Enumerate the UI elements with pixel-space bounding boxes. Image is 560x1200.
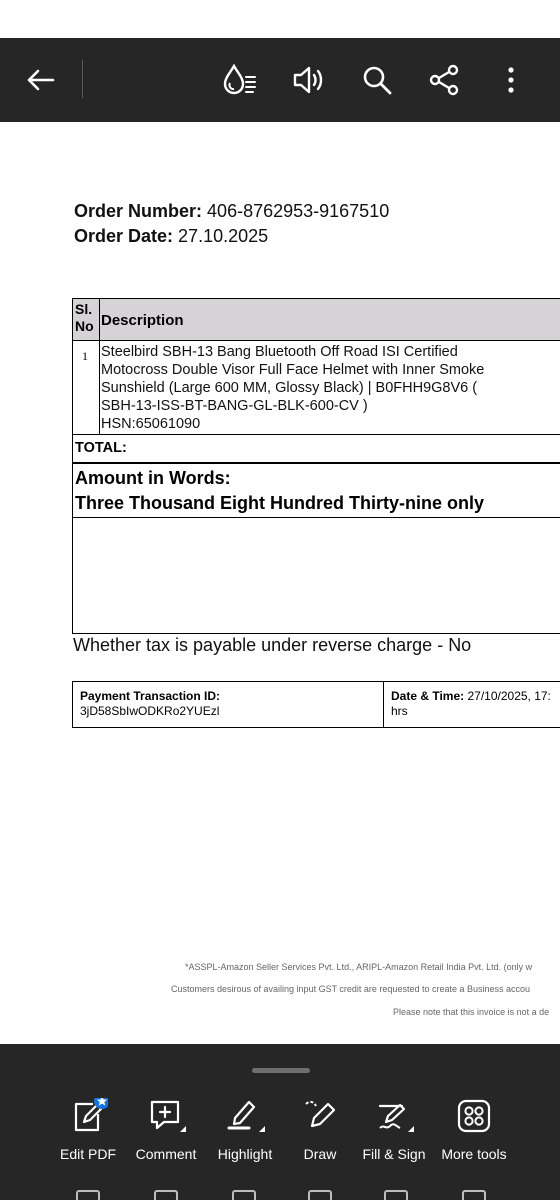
total-row: TOTAL: — [75, 440, 127, 456]
datetime-suffix: hrs — [391, 704, 408, 718]
footnote-line: Please note that this invoice is not a d… — [393, 1007, 550, 1017]
top-toolbar — [0, 38, 560, 122]
order-date: Order Date: 27.10.2025 — [74, 226, 268, 247]
back-arrow-icon[interactable] — [18, 58, 62, 102]
next-row-tool-icon — [154, 1190, 178, 1200]
description-line: HSN:65061090 — [101, 416, 201, 432]
description-header: Description — [101, 312, 184, 329]
order-date-label: Order Date: — [74, 226, 174, 246]
edit-pdf-button[interactable]: Edit PDF — [47, 1096, 129, 1170]
sl-no-cell: 1 — [73, 341, 100, 434]
footnote-line: Customers desirous of availing input GST… — [171, 984, 531, 994]
draw-button[interactable]: Draw — [279, 1096, 361, 1170]
table-row: 1 Steelbird SBH-13 Bang Bluetooth Off Ro… — [73, 341, 560, 435]
sl-no-header-text: Sl. No — [75, 301, 94, 334]
transaction-id-value: 3jD58SbIwODKRo2YUEzl — [80, 704, 220, 718]
datetime-label: Date & Time: — [391, 689, 465, 703]
order-number: Order Number: 406-8762953-9167510 — [74, 201, 389, 222]
next-row-tool-icon — [308, 1190, 332, 1200]
next-row-tool-icon — [76, 1190, 100, 1200]
description-line: SBH-13-ISS-BT-BANG-GL-BLK-600-CV ) — [101, 398, 368, 414]
more-tools-icon — [433, 1096, 515, 1136]
edit-pdf-label: Edit PDF — [59, 1146, 116, 1162]
edit-pdf-icon — [47, 1096, 129, 1136]
pdf-page: Order Number: 406-8762953-9167510 Order … — [0, 122, 560, 1044]
table-header-row: Sl. No Description — [73, 299, 560, 341]
amount-in-words-label: Amount in Words: — [75, 468, 231, 488]
order-date-value: 27.10.2025 — [178, 226, 269, 246]
status-bar — [0, 0, 560, 38]
description-cell: Steelbird SBH-13 Bang Bluetooth Off Road… — [100, 341, 560, 434]
transaction-id-cell: Payment Transaction ID: 3jD58SbIwODKRo2Y… — [73, 682, 384, 727]
next-row-tool-icon — [384, 1190, 408, 1200]
sl-no-header: Sl. No — [73, 299, 100, 340]
liquid-mode-icon[interactable] — [218, 58, 262, 102]
share-icon[interactable] — [422, 58, 466, 102]
fill-sign-label: Fill & Sign — [362, 1146, 426, 1162]
search-icon[interactable] — [355, 58, 399, 102]
comment-icon — [125, 1096, 207, 1136]
amount-in-words-value: Three Thousand Eight Hundred Thirty-nine… — [75, 493, 484, 513]
comment-button[interactable]: Comment — [125, 1096, 207, 1170]
draw-icon — [279, 1096, 361, 1136]
datetime-value: 27/10/2025, 17: — [467, 689, 551, 703]
order-number-value: 406-8762953-9167510 — [207, 201, 390, 221]
signature-box — [72, 517, 560, 634]
next-row-tool-icon — [232, 1190, 256, 1200]
draw-label: Draw — [303, 1146, 337, 1162]
amount-in-words-box: Amount in Words: Three Thousand Eight Hu… — [72, 462, 560, 518]
payment-table: Payment Transaction ID: 3jD58SbIwODKRo2Y… — [72, 681, 560, 728]
fill-sign-button[interactable]: Fill & Sign — [353, 1096, 435, 1170]
next-row-tool-icon — [462, 1190, 486, 1200]
footnote-line: *ASSPL-Amazon Seller Services Pvt. Ltd.,… — [185, 962, 533, 972]
comment-label: Comment — [135, 1146, 197, 1162]
transaction-id-label: Payment Transaction ID: — [80, 689, 221, 703]
drag-handle[interactable] — [252, 1068, 310, 1073]
description-line: Sunshield (Large 600 MM, Glossy Black) |… — [101, 380, 478, 396]
highlight-button[interactable]: Highlight — [204, 1096, 286, 1170]
more-tools-button[interactable]: More tools — [433, 1096, 515, 1170]
more-tools-label: More tools — [441, 1146, 507, 1162]
reverse-charge-text: Whether tax is payable under reverse cha… — [73, 635, 472, 655]
more-vertical-icon[interactable] — [489, 58, 533, 102]
fill-sign-icon — [353, 1096, 435, 1136]
items-table: Sl. No Description 1 Steelbird SBH-13 Ba… — [72, 298, 560, 464]
order-number-label: Order Number: — [74, 201, 203, 221]
datetime-cell: Date & Time: 27/10/2025, 17: hrs — [384, 682, 560, 727]
highlight-label: Highlight — [217, 1146, 273, 1162]
description-line: Steelbird SBH-13 Bang Bluetooth Off Road… — [101, 344, 458, 360]
highlight-icon — [204, 1096, 286, 1136]
read-aloud-icon[interactable] — [287, 58, 331, 102]
toolbar-divider — [82, 60, 83, 98]
description-line: Motocross Double Visor Full Face Helmet … — [101, 362, 485, 378]
bottom-toolbar: Edit PDF Comment Highlight Draw Fill & S… — [0, 1044, 560, 1200]
